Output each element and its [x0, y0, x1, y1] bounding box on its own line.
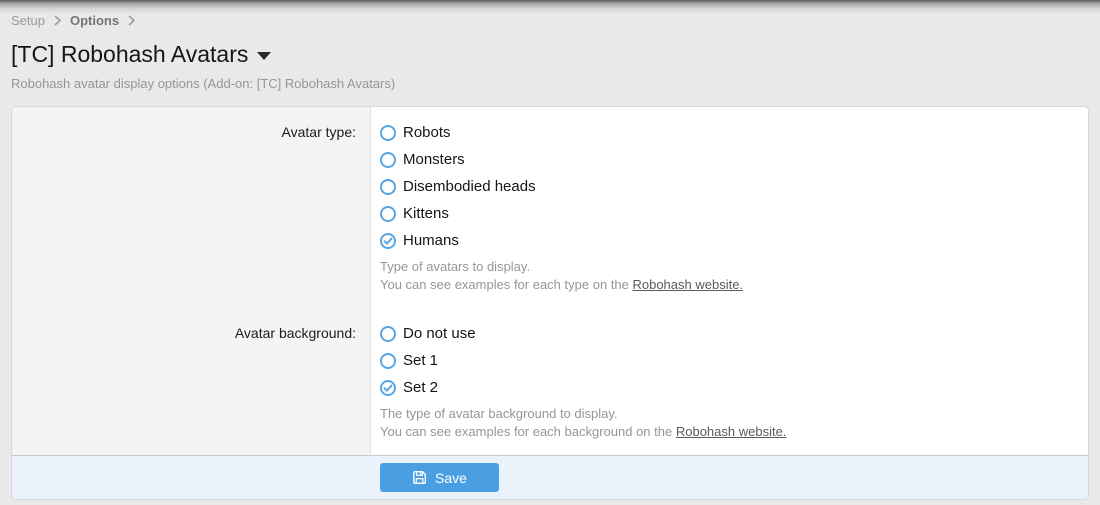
radio-option-label: Do not use: [403, 325, 476, 342]
form-row-avatar-background: Avatar background: Do not use Set 1: [12, 308, 1088, 455]
row-label-cell: Avatar background:: [12, 308, 371, 455]
explain-line-2-text: You can see examples for each type on th…: [380, 277, 632, 292]
save-button[interactable]: Save: [380, 463, 499, 492]
page-title-menu[interactable]: [TC] Robohash Avatars: [11, 40, 271, 68]
explain-line-1: Type of avatars to display.: [380, 258, 1072, 276]
radio-option-label: Robots: [403, 124, 451, 141]
radio-selected-icon: [380, 233, 396, 249]
radio-option-label: Set 2: [403, 379, 438, 396]
radio-unselected-icon: [380, 179, 396, 195]
radio-option-label: Kittens: [403, 205, 449, 222]
radio-option-robots[interactable]: Robots: [380, 119, 451, 146]
radio-option-label: Disembodied heads: [403, 178, 536, 195]
radio-option-humans[interactable]: Humans: [380, 227, 459, 254]
row-label: Avatar type:: [282, 119, 356, 146]
radio-unselected-icon: [380, 152, 396, 168]
page-subtitle: Robohash avatar display options (Add-on:…: [11, 76, 1089, 92]
radio-option-monsters[interactable]: Monsters: [380, 146, 465, 173]
row-label-cell: Avatar type:: [12, 107, 371, 308]
explain-text: Type of avatars to display. You can see …: [380, 258, 1072, 294]
radio-option-disembodied-heads[interactable]: Disembodied heads: [380, 173, 536, 200]
radio-unselected-icon: [380, 125, 396, 141]
row-control-cell: Robots Monsters Disembodied heads Kitten…: [371, 107, 1088, 308]
radio-option-label: Humans: [403, 232, 459, 249]
radio-unselected-icon: [380, 353, 396, 369]
radio-option-set-2[interactable]: Set 2: [380, 374, 438, 401]
save-floppy-icon: [412, 470, 427, 485]
explain-line-2-text: You can see examples for each background…: [380, 424, 676, 439]
chevron-right-icon: [128, 15, 135, 26]
robohash-website-link[interactable]: Robohash website.: [632, 277, 743, 292]
radio-option-set-1[interactable]: Set 1: [380, 347, 438, 374]
explain-line-2: You can see examples for each background…: [380, 423, 1072, 441]
radio-unselected-icon: [380, 326, 396, 342]
radio-option-label: Set 1: [403, 352, 438, 369]
radio-selected-icon: [380, 380, 396, 396]
row-control-cell: Do not use Set 1 Set 2 The: [371, 308, 1088, 455]
radio-option-kittens[interactable]: Kittens: [380, 200, 449, 227]
robohash-website-link[interactable]: Robohash website.: [676, 424, 787, 439]
explain-text: The type of avatar background to display…: [380, 405, 1072, 441]
page-title: [TC] Robohash Avatars: [11, 40, 248, 68]
options-form-panel: Avatar type: Robots Monsters Disembodied…: [11, 106, 1089, 500]
explain-line-1: The type of avatar background to display…: [380, 405, 1072, 423]
caret-down-icon: [257, 52, 271, 60]
radio-unselected-icon: [380, 206, 396, 222]
breadcrumb-item-options[interactable]: Options: [70, 13, 119, 28]
save-button-label: Save: [435, 470, 467, 486]
breadcrumb: Setup Options: [11, 12, 1089, 29]
breadcrumb-item-setup[interactable]: Setup: [11, 13, 45, 28]
options-page: Setup Options [TC] Robohash Avatars Robo…: [0, 0, 1100, 500]
row-label: Avatar background:: [235, 320, 356, 347]
radio-option-do-not-use[interactable]: Do not use: [380, 320, 476, 347]
radio-option-label: Monsters: [403, 151, 465, 168]
form-footer-bar: Save: [12, 455, 1088, 499]
explain-line-2: You can see examples for each type on th…: [380, 276, 1072, 294]
chevron-right-icon: [54, 15, 61, 26]
form-row-avatar-type: Avatar type: Robots Monsters Disembodied…: [12, 107, 1088, 308]
